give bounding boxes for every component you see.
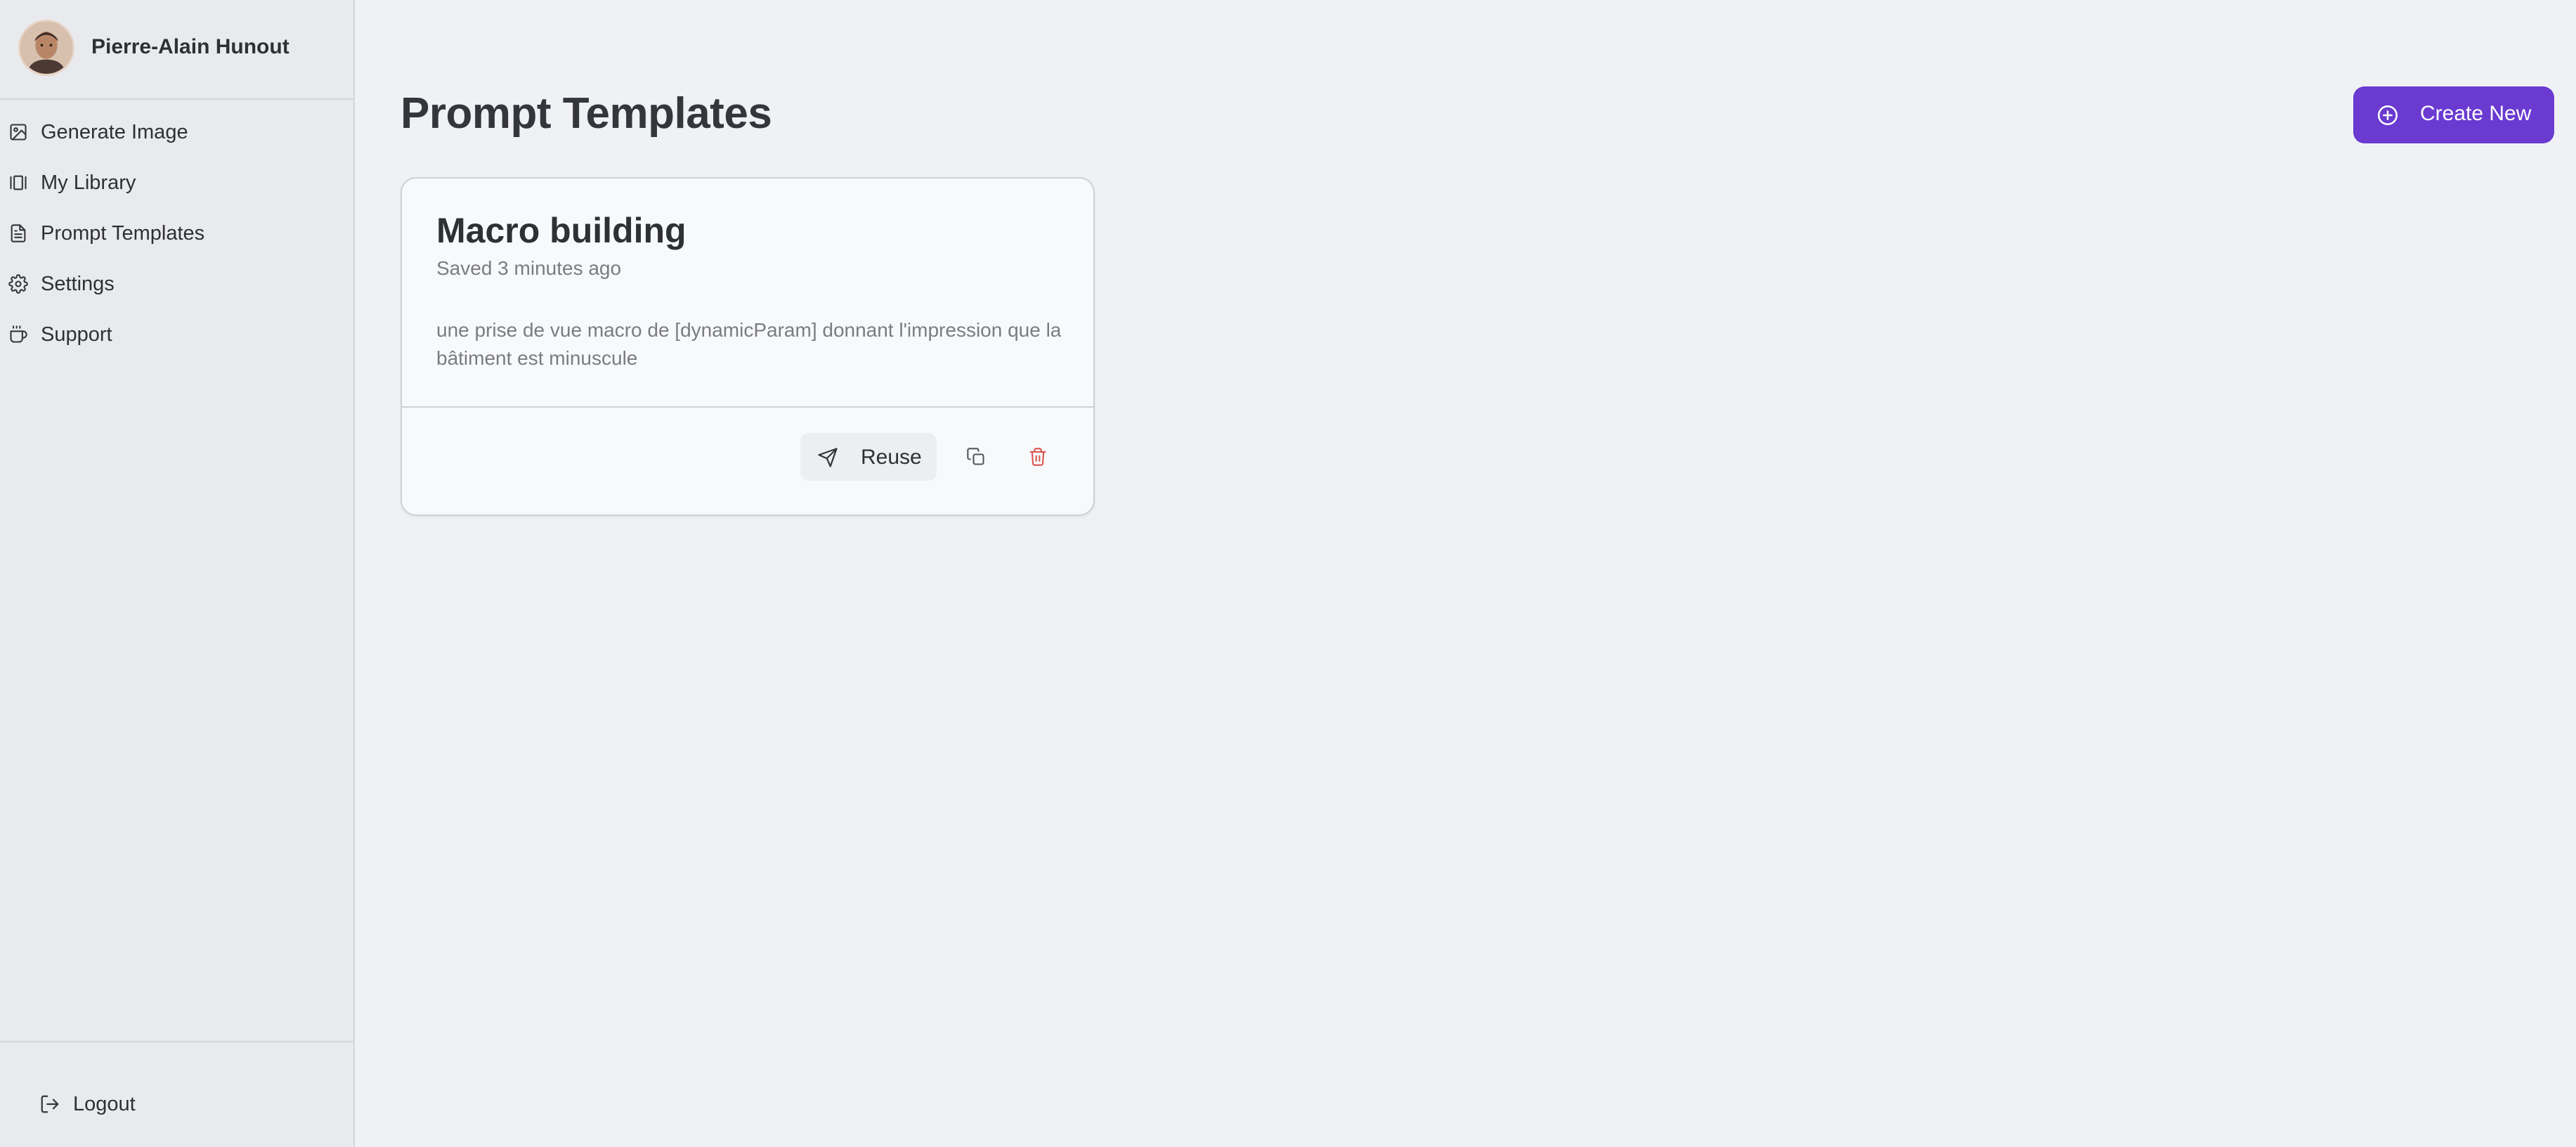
delete-button[interactable] — [1014, 433, 1062, 481]
avatar[interactable] — [18, 20, 74, 76]
page-title: Prompt Templates — [401, 89, 772, 138]
template-prompt-text: une prise de vue macro de [dynamicParam]… — [436, 319, 1062, 369]
reuse-label: Reuse — [861, 446, 922, 469]
sidebar-item-settings[interactable]: Settings — [0, 259, 353, 309]
sidebar-item-label: Generate Image — [41, 121, 188, 143]
reuse-button[interactable]: Reuse — [800, 433, 937, 481]
document-icon — [8, 223, 28, 243]
sidebar-item-label: My Library — [41, 171, 136, 194]
logout-icon — [39, 1094, 60, 1115]
create-new-button[interactable]: Create New — [2353, 86, 2554, 143]
sidebar-item-my-library[interactable]: My Library — [0, 157, 353, 208]
sidebar-item-prompt-templates[interactable]: Prompt Templates — [0, 208, 353, 259]
template-title: Macro building — [436, 211, 687, 250]
coffee-cup-icon — [8, 325, 28, 344]
plus-circle-icon — [2376, 103, 2400, 127]
template-saved-time: Saved 3 minutes ago — [436, 257, 622, 279]
logout-label: Logout — [73, 1092, 136, 1115]
trash-icon — [1029, 448, 1046, 466]
sidebar-item-label: Settings — [41, 273, 115, 295]
sidebar-item-support[interactable]: Support — [0, 309, 353, 360]
send-icon — [817, 447, 838, 468]
logout-button[interactable]: Logout — [39, 1090, 136, 1118]
library-icon — [8, 173, 28, 193]
template-card: Macro building Saved 3 minutes ago une p… — [401, 177, 1095, 516]
sidebar-item-label: Support — [41, 323, 112, 346]
sidebar: Pierre-Alain Hunout Generate Image My Li… — [0, 0, 355, 1147]
copy-button[interactable] — [952, 433, 1000, 481]
sidebar-nav: Generate Image My Library Prompt Templat… — [0, 107, 353, 360]
user-name: Pierre-Alain Hunout — [91, 35, 290, 58]
image-icon — [8, 122, 28, 142]
card-divider — [402, 406, 1093, 408]
sidebar-item-label: Prompt Templates — [41, 222, 205, 245]
create-new-label: Create New — [2420, 102, 2532, 125]
gear-icon — [8, 274, 28, 294]
copy-icon — [967, 448, 984, 465]
sidebar-footer: Logout — [0, 1041, 353, 1147]
profile-header[interactable]: Pierre-Alain Hunout — [0, 0, 353, 100]
sidebar-item-generate-image[interactable]: Generate Image — [0, 107, 353, 157]
